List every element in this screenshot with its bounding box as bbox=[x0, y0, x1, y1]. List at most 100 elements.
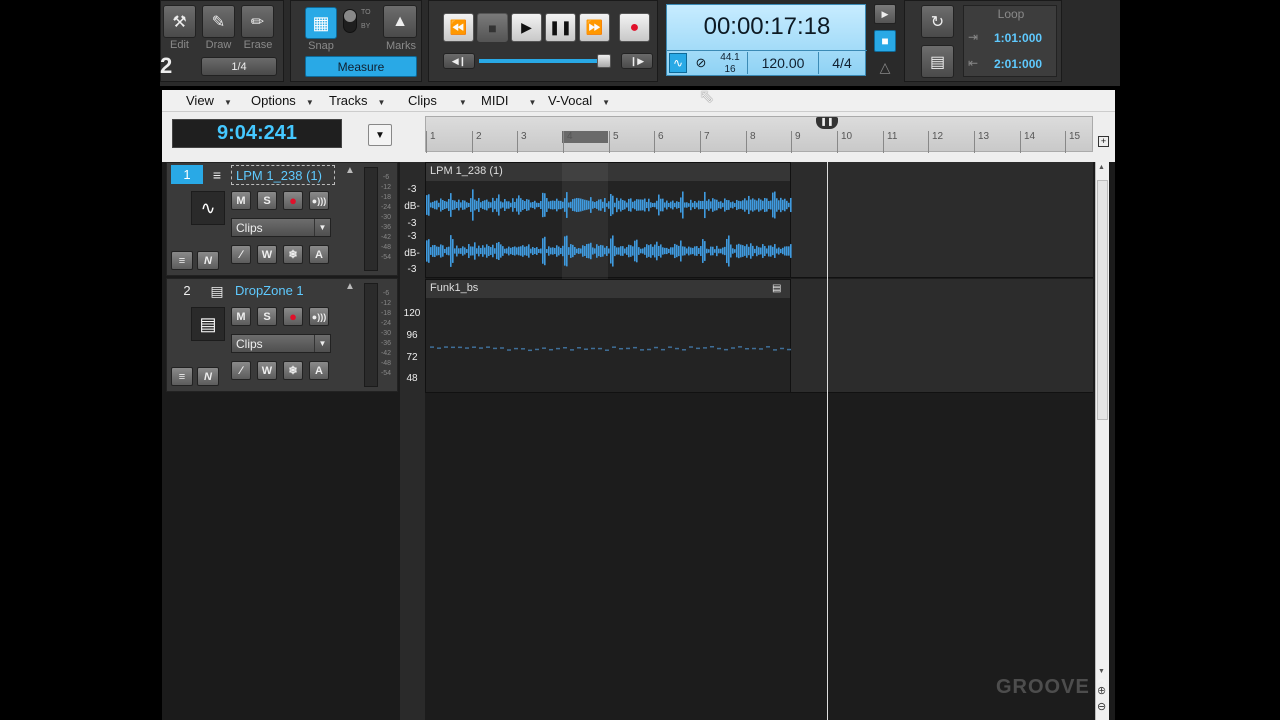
waveform-sample bbox=[582, 199, 584, 211]
scroll-down-icon[interactable]: ▼ bbox=[1098, 668, 1105, 675]
now-time-dropdown[interactable]: ▼ bbox=[368, 124, 392, 146]
track-number[interactable]: 1 bbox=[171, 165, 203, 184]
normalize-button[interactable]: N bbox=[197, 251, 219, 270]
pause-icon: ❚❚ bbox=[548, 19, 573, 35]
position-slider[interactable] bbox=[479, 59, 597, 63]
vertical-scrollbar[interactable]: ▲ ▼ ⊕ ⊖ bbox=[1095, 162, 1109, 720]
marks-button[interactable]: ▲ bbox=[383, 5, 417, 38]
time-display[interactable]: 00:00:17:18 ∿ ⊘ 44.1 16 120.00 4/4 bbox=[666, 4, 867, 76]
waveform-sample bbox=[434, 200, 436, 210]
add-ruler-button[interactable]: + bbox=[1098, 136, 1109, 147]
track-number[interactable]: 2 bbox=[171, 281, 203, 300]
loop-end-value[interactable]: 2:01:000 bbox=[994, 57, 1042, 71]
punch-button[interactable]: ▤ bbox=[921, 45, 954, 78]
collapse-track-icon[interactable]: ▲ bbox=[345, 165, 355, 176]
track-header-2[interactable]: 2 ▤ DropZone 1 ▲ ▤ M S ● ●))) Clips ▼ ≡ N… bbox=[166, 278, 398, 392]
audio-engine-button[interactable]: ∿ bbox=[669, 53, 687, 73]
input-echo-button[interactable]: ●))) bbox=[309, 191, 329, 210]
track-lane-1[interactable]: LPM 1_238 (1) bbox=[425, 162, 1093, 279]
track-settings-icon[interactable]: ≡ bbox=[207, 166, 227, 184]
record-button[interactable]: ● bbox=[619, 13, 650, 42]
waveform-sample bbox=[738, 200, 740, 210]
input-monitor-button[interactable]: ■ bbox=[874, 30, 896, 52]
freeze-button[interactable]: ❄ bbox=[283, 245, 303, 264]
collapse-track-icon[interactable]: ▲ bbox=[345, 281, 355, 292]
tempo-readout[interactable]: 120.00 bbox=[747, 52, 819, 74]
waveform-sample bbox=[496, 242, 498, 260]
solo-button[interactable]: S bbox=[257, 191, 277, 210]
waveform-sample bbox=[456, 245, 458, 257]
menu-tracks[interactable]: Tracks ▼ bbox=[329, 93, 385, 108]
fast-forward-button[interactable]: ⏩ bbox=[579, 13, 610, 42]
track-view-mode-select[interactable]: Clips ▼ bbox=[231, 218, 331, 237]
now-time-marker[interactable]: ❚❚ bbox=[816, 117, 838, 129]
track-editor-button[interactable]: ≡ bbox=[171, 251, 193, 270]
meter-readout[interactable]: 4/4 bbox=[819, 52, 865, 74]
normalize-button[interactable]: N bbox=[197, 367, 219, 386]
draw-tool-button[interactable]: ✎ bbox=[202, 5, 235, 38]
snap-measure-dropdown[interactable]: Measure bbox=[305, 56, 417, 77]
archive-button[interactable]: A bbox=[309, 361, 329, 380]
play-icon: ▶ bbox=[521, 19, 532, 35]
piano-keys-icon[interactable]: ▤ bbox=[207, 282, 227, 300]
automation-read-button[interactable]: ∕ bbox=[231, 245, 251, 264]
record-mode-button[interactable]: ▶ bbox=[874, 4, 896, 24]
velocity-mark bbox=[605, 349, 609, 351]
write-button[interactable]: W bbox=[257, 361, 277, 380]
automation-read-button[interactable]: ∕ bbox=[231, 361, 251, 380]
record-arm-button[interactable]: ● bbox=[283, 307, 303, 326]
velocity-mark bbox=[451, 346, 455, 349]
snap-resolution-dropdown[interactable]: 1/4 bbox=[201, 57, 277, 76]
menu-view[interactable]: View ▼ bbox=[186, 93, 232, 108]
rewind-button[interactable]: ⏪ bbox=[443, 13, 474, 42]
erase-tool-button[interactable]: ✏ bbox=[241, 5, 274, 38]
freeze-button[interactable]: ❄ bbox=[283, 361, 303, 380]
zoom-out-icon[interactable]: ⊖ bbox=[1097, 700, 1106, 713]
waveform-sample bbox=[656, 241, 658, 261]
position-slider-handle[interactable] bbox=[597, 54, 611, 68]
track-header-1[interactable]: 1 ≡ LPM 1_238 (1) ▲ ∿ M S ● ●))) Clips ▼ … bbox=[166, 162, 398, 276]
solo-button[interactable]: S bbox=[257, 307, 277, 326]
edit-tool-button[interactable]: ⚒ bbox=[163, 5, 196, 38]
waveform-sample bbox=[734, 249, 736, 253]
metronome-off-icon[interactable]: ⊘ bbox=[691, 53, 711, 73]
menu-options[interactable]: Options ▼ bbox=[251, 93, 314, 108]
record-arm-button[interactable]: ● bbox=[283, 191, 303, 210]
time-ruler[interactable]: 1 2 3 4 5 6 7 8 9 10 11 12 13 14 15 ❚❚ bbox=[425, 116, 1093, 153]
go-to-end-button[interactable]: ❙▶ bbox=[621, 53, 653, 69]
play-button[interactable]: ▶ bbox=[511, 13, 542, 42]
waveform-sample bbox=[720, 201, 722, 209]
waveform-sample bbox=[650, 202, 652, 208]
track-view-mode-select[interactable]: Clips ▼ bbox=[231, 334, 331, 353]
snap-grid-button[interactable]: ▦ bbox=[305, 7, 337, 39]
track-name[interactable]: LPM 1_238 (1) bbox=[231, 165, 335, 185]
metronome-icon[interactable]: △ bbox=[876, 58, 894, 76]
waveform-sample bbox=[770, 245, 772, 257]
scroll-up-icon[interactable]: ▲ bbox=[1098, 164, 1105, 171]
clips-pane[interactable]: LPM 1_238 (1) Funk1_bs ▤ bbox=[425, 162, 1093, 720]
menu-v-vocal[interactable]: V-Vocal ▼ bbox=[548, 93, 610, 108]
track-name[interactable]: DropZone 1 bbox=[231, 281, 335, 301]
write-button[interactable]: W bbox=[257, 245, 277, 264]
archive-button[interactable]: A bbox=[309, 245, 329, 264]
snap-mode-toggle[interactable] bbox=[343, 9, 357, 33]
go-to-start-button[interactable]: ◀❙ bbox=[443, 53, 475, 69]
waveform-sample bbox=[732, 248, 734, 254]
stop-button[interactable]: ■ bbox=[477, 13, 508, 42]
loop-toggle-button[interactable]: ↻ bbox=[921, 5, 954, 38]
loop-start-value[interactable]: 1:01:000 bbox=[994, 31, 1042, 45]
mute-button[interactable]: M bbox=[231, 307, 251, 326]
track-editor-button[interactable]: ≡ bbox=[171, 367, 193, 386]
meter-scale: -6 -12 -18 -24 -30 -36 -42 -48 -54 bbox=[379, 289, 393, 379]
audio-clip[interactable]: LPM 1_238 (1) bbox=[425, 162, 792, 279]
input-echo-button[interactable]: ●))) bbox=[309, 307, 329, 326]
menu-clips[interactable]: Clips ▼ bbox=[408, 93, 467, 108]
scrollbar-thumb[interactable] bbox=[1097, 180, 1108, 420]
pause-button[interactable]: ❚❚ bbox=[545, 13, 576, 42]
waveform-sample bbox=[614, 202, 616, 208]
mute-button[interactable]: M bbox=[231, 191, 251, 210]
track-lane-2[interactable]: Funk1_bs ▤ bbox=[425, 279, 1093, 393]
now-time-display[interactable]: 9:04:241 bbox=[172, 119, 342, 148]
midi-clip[interactable]: Funk1_bs ▤ bbox=[425, 279, 791, 393]
menu-midi[interactable]: MIDI ▼ bbox=[481, 93, 536, 108]
